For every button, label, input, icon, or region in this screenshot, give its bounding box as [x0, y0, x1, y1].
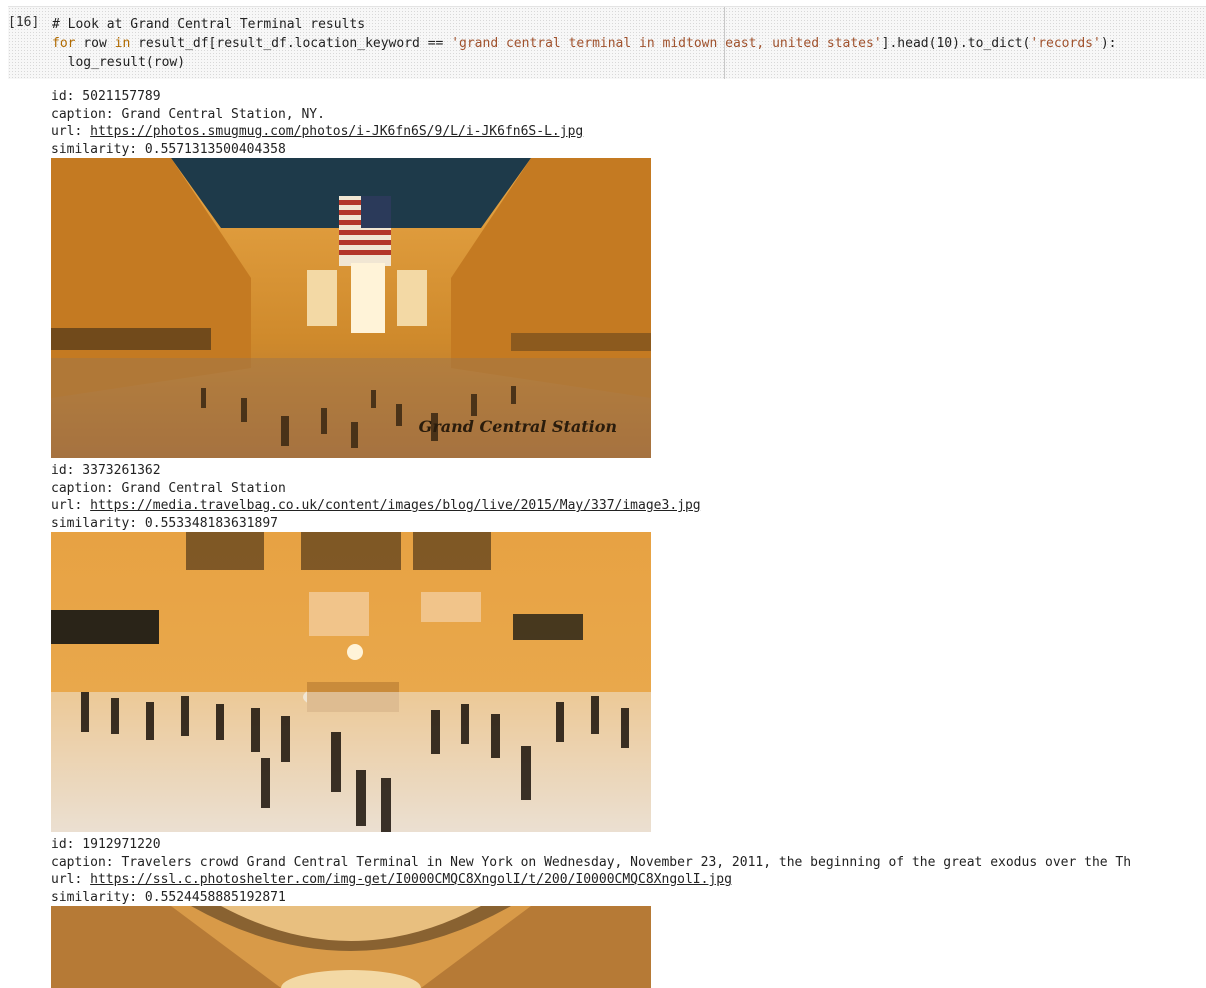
code-comment: # Look at Grand Central Terminal results: [52, 17, 366, 32]
result-image: [51, 906, 651, 988]
code-string: 'records': [1030, 36, 1101, 51]
result-caption: caption: Grand Central Station: [51, 480, 286, 496]
keyword-for: for: [52, 36, 76, 51]
result-id: id: 5021157789: [51, 89, 161, 104]
code-text: ].head(10).to_dict(: [881, 36, 1031, 51]
result-url-line: url: https://photos.smugmug.com/photos/i…: [51, 123, 651, 141]
result-block: id: 1912971220 caption: Travelers crowd …: [51, 836, 1131, 988]
code-text: log_result(row): [67, 55, 186, 70]
result-block: id: 5021157789 caption: Grand Central St…: [51, 88, 651, 458]
url-prefix: url:: [51, 498, 91, 513]
url-prefix: url:: [51, 124, 91, 139]
result-image: Grand Central Station: [51, 158, 651, 458]
image-watermark: Grand Central Station: [418, 417, 617, 436]
cell-prompt: [16]: [8, 15, 40, 30]
code-cell[interactable]: [16] # Look at Grand Central Terminal re…: [8, 6, 1206, 79]
code-text: result_df[result_df.location_keyword ==: [130, 36, 452, 51]
code-text: row: [75, 36, 115, 51]
keyword-in: in: [114, 36, 131, 51]
result-url-link[interactable]: https://photos.smugmug.com/photos/i-JK6f…: [90, 124, 583, 139]
code-text: ):: [1100, 36, 1117, 51]
result-similarity: similarity: 0.5571313500404358: [51, 141, 286, 157]
result-id: id: 3373261362: [51, 463, 161, 478]
result-url-link[interactable]: https://ssl.c.photoshelter.com/img-get/I…: [90, 872, 732, 887]
code-editor[interactable]: # Look at Grand Central Terminal results…: [52, 15, 1116, 72]
code-string: 'grand central terminal in midtown east,…: [451, 36, 882, 51]
result-url-line: url: https://media.travelbag.co.uk/conte…: [51, 497, 701, 515]
result-url-line: url: https://ssl.c.photoshelter.com/img-…: [51, 871, 1131, 889]
result-similarity: similarity: 0.5524458885192871: [51, 889, 286, 905]
result-similarity: similarity: 0.553348183631897: [51, 515, 278, 531]
result-caption: caption: Grand Central Station, NY.: [51, 106, 325, 122]
result-caption: caption: Travelers crowd Grand Central T…: [51, 854, 1132, 870]
result-image: [51, 532, 651, 832]
url-prefix: url:: [51, 872, 91, 887]
result-url-link[interactable]: https://media.travelbag.co.uk/content/im…: [90, 498, 700, 513]
line-length-ruler: [724, 7, 725, 79]
result-id: id: 1912971220: [51, 837, 161, 852]
result-block: id: 3373261362 caption: Grand Central St…: [51, 462, 701, 832]
